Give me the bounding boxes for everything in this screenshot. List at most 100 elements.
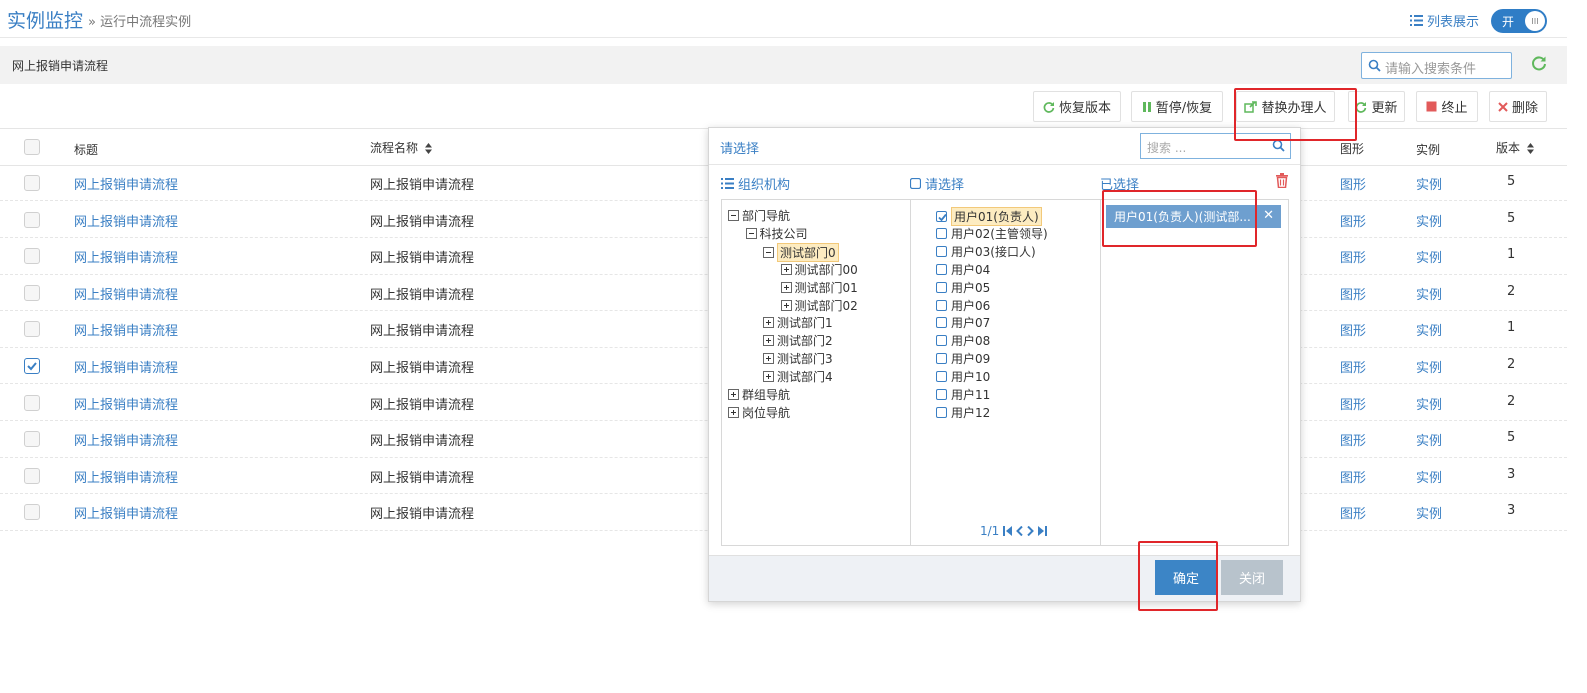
refresh-icon[interactable] — [1530, 54, 1548, 72]
tree-node[interactable]: 部门导航 — [728, 207, 790, 224]
row-title-link[interactable]: 网上报销申请流程 — [74, 357, 178, 376]
checkbox-icon[interactable] — [936, 371, 947, 383]
row-instance-link[interactable]: 实例 — [1416, 320, 1442, 339]
user-item[interactable]: 用户07 — [936, 314, 990, 331]
tree-node[interactable]: 岗位导航 — [728, 404, 790, 421]
tree-node-label[interactable]: 岗位导航 — [742, 404, 790, 421]
row-checkbox[interactable] — [24, 211, 40, 228]
tree-node-label[interactable]: 测试部门1 — [777, 314, 833, 331]
remove-icon[interactable]: ✕ — [1263, 208, 1274, 223]
row-graph-link[interactable]: 图形 — [1340, 211, 1366, 230]
expand-icon[interactable] — [780, 263, 792, 275]
row-graph-link[interactable]: 图形 — [1340, 247, 1366, 266]
select-all-checkbox[interactable] — [24, 139, 40, 155]
tree-node[interactable]: 测试部门4 — [763, 368, 833, 385]
tree-node[interactable]: 群组导航 — [728, 386, 790, 403]
row-graph-link[interactable]: 图形 — [1340, 467, 1366, 486]
row-checkbox[interactable] — [24, 175, 40, 191]
row-title-link[interactable]: 网上报销申请流程 — [74, 394, 178, 413]
row-graph-link[interactable]: 图形 — [1340, 174, 1366, 193]
tree-node-label[interactable]: 测试部门2 — [777, 332, 833, 349]
pause-resume-button[interactable]: 暂停/恢复 — [1131, 91, 1223, 122]
user-item[interactable]: 用户12 — [936, 404, 990, 421]
collapse-icon[interactable] — [763, 246, 774, 258]
expand-icon[interactable] — [763, 335, 774, 347]
row-graph-link[interactable]: 图形 — [1340, 503, 1366, 522]
expand-icon[interactable] — [763, 317, 774, 329]
row-checkbox[interactable] — [24, 504, 40, 521]
checkbox-icon[interactable] — [936, 335, 947, 347]
row-checkbox[interactable] — [24, 248, 40, 265]
row-checkbox[interactable] — [24, 467, 40, 484]
tree-node[interactable]: 测试部门3 — [763, 350, 833, 367]
row-instance-link[interactable]: 实例 — [1416, 247, 1442, 266]
terminate-button[interactable]: 终止 — [1416, 91, 1478, 122]
expand-icon[interactable] — [780, 299, 792, 311]
tree-node-label[interactable]: 测试部门0 — [777, 242, 839, 262]
row-title-link[interactable]: 网上报销申请流程 — [74, 174, 178, 193]
checkbox-icon[interactable] — [936, 227, 947, 239]
prev-page-icon[interactable] — [1016, 526, 1024, 536]
tree-node-label[interactable]: 测试部门00 — [795, 261, 858, 278]
row-instance-link[interactable]: 实例 — [1416, 430, 1442, 449]
checkbox-checked-icon[interactable] — [936, 211, 947, 222]
first-page-icon[interactable] — [1003, 526, 1013, 536]
row-instance-link[interactable]: 实例 — [1416, 467, 1442, 486]
delete-button[interactable]: 删除 — [1489, 91, 1547, 122]
row-graph-link[interactable]: 图形 — [1340, 320, 1366, 339]
checkbox-icon[interactable] — [936, 281, 947, 293]
tree-node-label[interactable]: 部门导航 — [742, 207, 790, 224]
tree-node[interactable]: 测试部门02 — [780, 297, 858, 314]
tree-node[interactable]: 测试部门0 — [763, 242, 839, 262]
trash-icon[interactable] — [1275, 173, 1289, 188]
tree-node-label[interactable]: 测试部门4 — [777, 368, 833, 385]
row-checkbox[interactable] — [24, 321, 40, 338]
tree-node-label[interactable]: 测试部门3 — [777, 350, 833, 367]
row-title-link[interactable]: 网上报销申请流程 — [74, 430, 178, 449]
row-title-link[interactable]: 网上报销申请流程 — [74, 320, 178, 339]
tree-node-label[interactable]: 科技公司 — [760, 225, 808, 242]
row-instance-link[interactable]: 实例 — [1416, 357, 1442, 376]
view-toggle-switch[interactable]: 开 — [1491, 9, 1547, 33]
user-item[interactable]: 用户10 — [936, 368, 990, 385]
user-item[interactable]: 用户08 — [936, 332, 990, 349]
list-view-button[interactable]: 列表展示 — [1410, 11, 1479, 30]
tree-node-label[interactable]: 测试部门02 — [795, 297, 858, 314]
row-checkbox[interactable] — [24, 284, 40, 301]
tree-node[interactable]: 测试部门1 — [763, 314, 833, 331]
column-header-version[interactable]: 版本 — [1496, 139, 1534, 156]
tree-node[interactable]: 测试部门00 — [780, 261, 858, 278]
row-instance-link[interactable]: 实例 — [1416, 394, 1442, 413]
user-item[interactable]: 用户03(接口人) — [936, 243, 1036, 260]
tree-node-label[interactable]: 测试部门01 — [795, 279, 858, 296]
collapse-icon[interactable] — [745, 227, 757, 239]
next-page-icon[interactable] — [1027, 526, 1035, 536]
row-checkbox[interactable] — [24, 431, 40, 448]
row-title-link[interactable]: 网上报销申请流程 — [74, 503, 178, 522]
row-graph-link[interactable]: 图形 — [1340, 394, 1366, 413]
row-instance-link[interactable]: 实例 — [1416, 503, 1442, 522]
restore-version-button[interactable]: 恢复版本 — [1033, 91, 1121, 122]
column-header-process-name[interactable]: 流程名称 — [370, 139, 432, 156]
row-graph-link[interactable]: 图形 — [1340, 357, 1366, 376]
expand-icon[interactable] — [763, 353, 774, 365]
checkbox-icon[interactable] — [936, 406, 947, 418]
expand-icon[interactable] — [728, 406, 739, 418]
checkbox-icon[interactable] — [936, 317, 947, 329]
checkbox-icon[interactable] — [936, 263, 947, 275]
expand-icon[interactable] — [728, 389, 739, 400]
tree-node-label[interactable]: 群组导航 — [742, 386, 790, 403]
row-graph-link[interactable]: 图形 — [1340, 284, 1366, 303]
search-input[interactable]: 请输入搜索条件 — [1361, 52, 1512, 79]
user-item[interactable]: 用户01(负责人) — [936, 207, 1042, 226]
row-title-link[interactable]: 网上报销申请流程 — [74, 211, 178, 230]
checkbox-icon[interactable] — [936, 245, 947, 257]
checkbox-icon[interactable] — [936, 299, 947, 311]
checkbox-icon[interactable] — [936, 389, 947, 400]
row-graph-link[interactable]: 图形 — [1340, 430, 1366, 449]
checkbox-icon[interactable] — [936, 353, 947, 365]
expand-icon[interactable] — [763, 371, 774, 383]
row-instance-link[interactable]: 实例 — [1416, 211, 1442, 230]
row-instance-link[interactable]: 实例 — [1416, 174, 1442, 193]
user-item[interactable]: 用户02(主管领导) — [936, 225, 1048, 242]
